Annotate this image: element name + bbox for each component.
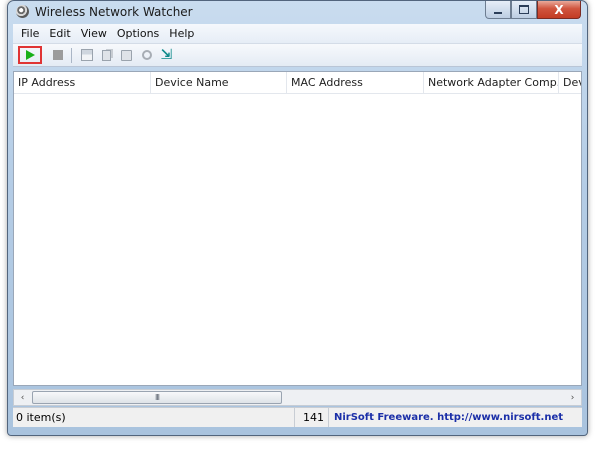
save-button[interactable] (78, 47, 95, 63)
menu-file[interactable]: File (16, 27, 44, 40)
app-icon[interactable] (16, 5, 29, 18)
close-button[interactable]: X (537, 1, 581, 19)
column-device[interactable]: Dev (559, 72, 581, 93)
column-mac-address[interactable]: MAC Address (287, 72, 424, 93)
stop-scan-button[interactable] (49, 47, 66, 63)
minimize-icon (494, 11, 502, 14)
window-title: Wireless Network Watcher (35, 5, 193, 19)
refresh-button[interactable] (138, 47, 155, 63)
save-icon (80, 49, 93, 61)
maximize-icon (519, 5, 529, 14)
toolbar-separator (71, 48, 72, 63)
nirsoft-link[interactable]: NirSoft Freeware. http://www.nirsoft.net (329, 408, 582, 427)
list-header: IP Address Device Name MAC Address Netwo… (14, 72, 581, 94)
properties-icon (121, 49, 132, 61)
stop-icon (52, 50, 63, 60)
grip-icon: III (154, 393, 160, 402)
exit-icon: ⇲ (160, 47, 173, 63)
start-scan-button[interactable] (18, 46, 42, 64)
close-icon: X (554, 2, 564, 17)
play-icon (25, 50, 35, 60)
title-bar[interactable]: Wireless Network Watcher X (8, 1, 587, 23)
menu-help[interactable]: Help (164, 27, 199, 40)
chevron-right-icon: › (570, 392, 575, 403)
window-controls: X (485, 1, 581, 20)
column-network-adapter-company[interactable]: Network Adapter Comp... (424, 72, 559, 93)
column-device-name[interactable]: Device Name (151, 72, 287, 93)
menu-options[interactable]: Options (112, 27, 164, 40)
minimize-button[interactable] (485, 1, 511, 19)
menu-view[interactable]: View (76, 27, 112, 40)
properties-button[interactable] (118, 47, 135, 63)
toolbar: ⇲ (13, 43, 582, 67)
scroll-thumb[interactable]: III (32, 391, 282, 404)
scroll-left-button[interactable]: ‹ (14, 390, 31, 405)
status-number: 141 (295, 408, 329, 427)
app-window: Wireless Network Watcher X File Edit Vie… (7, 0, 588, 436)
status-bar: 0 item(s) 141 NirSoft Freeware. http://w… (13, 407, 582, 427)
status-item-count: 0 item(s) (13, 408, 295, 427)
refresh-icon (141, 50, 152, 60)
maximize-button[interactable] (511, 1, 537, 19)
chevron-left-icon: ‹ (20, 392, 25, 403)
horizontal-scrollbar[interactable]: ‹ III › (13, 389, 582, 406)
copy-button[interactable] (98, 47, 115, 63)
column-ip-address[interactable]: IP Address (14, 72, 151, 93)
exit-button[interactable]: ⇲ (158, 47, 175, 63)
menu-edit[interactable]: Edit (44, 27, 75, 40)
menu-bar: File Edit View Options Help (13, 24, 582, 43)
device-list[interactable]: IP Address Device Name MAC Address Netwo… (13, 71, 582, 386)
copy-icon (102, 49, 111, 61)
scroll-right-button[interactable]: › (564, 390, 581, 405)
